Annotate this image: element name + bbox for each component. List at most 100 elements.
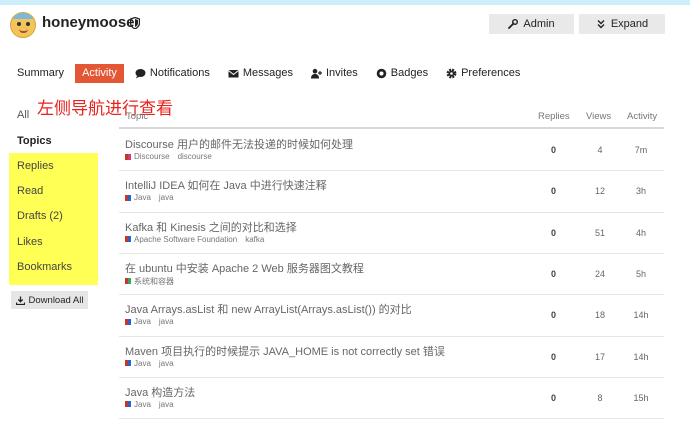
- activity-time[interactable]: 15h: [625, 393, 657, 403]
- tab-invites[interactable]: Invites: [304, 64, 365, 83]
- column-header-topic[interactable]: Topic: [126, 111, 148, 122]
- topic-meta: Java java: [125, 400, 174, 409]
- topic-meta: Java java: [125, 359, 174, 368]
- views-count: 8: [597, 392, 603, 403]
- tab-notifications[interactable]: Notifications: [128, 64, 217, 83]
- category-link[interactable]: Java: [134, 317, 151, 326]
- category-badge: [125, 278, 131, 285]
- activity-time[interactable]: 5h: [625, 269, 657, 279]
- views-count: 12: [594, 186, 605, 197]
- sidebar-item-all[interactable]: All: [17, 109, 29, 121]
- tab-preferences[interactable]: Preferences: [439, 64, 527, 83]
- table-row: Discourse 用户的邮件无法投递的时候如何处理 Discourse disco…: [119, 130, 664, 171]
- activity-time[interactable]: 3h: [625, 186, 657, 196]
- views-count: 4: [597, 145, 603, 155]
- activity-time[interactable]: 7m: [625, 145, 657, 155]
- table-row: Kafka 和 Kinesis 之间的对比和选择 Apache Software …: [119, 213, 664, 254]
- download-icon: [15, 296, 25, 305]
- category-link[interactable]: Java: [134, 193, 151, 202]
- expand-label: Expand: [610, 18, 649, 30]
- tab-label: Badges: [390, 67, 429, 79]
- replies-count: 0: [551, 392, 557, 403]
- tab-summary[interactable]: Summary: [10, 64, 71, 83]
- tab-badges[interactable]: Badges: [369, 64, 435, 83]
- shield-icon: [130, 17, 140, 29]
- category-badge: [125, 153, 131, 160]
- table-header-divider: [119, 127, 664, 129]
- category-link[interactable]: Java: [134, 400, 151, 409]
- topic-title-link[interactable]: 在 ubuntu 中安装 Apache 2 Web 服务器图文教程: [125, 260, 364, 276]
- topic-title-link[interactable]: Kafka 和 Kinesis 之间的对比和选择: [125, 219, 297, 235]
- envelope-icon: [228, 69, 239, 77]
- table-row: Java 构造方法 Java java 0 8 15h: [119, 378, 664, 419]
- expand-button[interactable]: Expand: [579, 14, 665, 34]
- tab-label: Preferences: [461, 67, 521, 79]
- views-count: 18: [594, 310, 605, 321]
- category-badge: [125, 236, 131, 243]
- topic-meta: Discourse discourse: [125, 152, 212, 161]
- sidebar-item-drafts[interactable]: Drafts (2): [17, 210, 63, 222]
- username: honeymoose: [42, 14, 135, 31]
- category-badge: [125, 401, 131, 408]
- tab-label: Summary: [17, 67, 65, 79]
- activity-time[interactable]: 14h: [625, 310, 657, 320]
- avatar[interactable]: [10, 12, 36, 38]
- category-badge: [125, 360, 131, 366]
- activity-time[interactable]: 4h: [625, 228, 657, 238]
- wrench-icon: [508, 19, 519, 29]
- category-link[interactable]: Apache Software Foundation: [134, 235, 237, 244]
- admin-button[interactable]: Admin: [489, 14, 574, 34]
- tab-label: Activity: [82, 67, 117, 79]
- replies-count: 0: [551, 145, 557, 155]
- profile-tabs: Summary Activity Notifications Messages …: [10, 63, 531, 83]
- activity-time[interactable]: 14h: [625, 352, 657, 362]
- replies-count: 0: [551, 268, 557, 279]
- row-divider: [119, 418, 664, 420]
- download-all-button[interactable]: Download All: [11, 291, 88, 309]
- certificate-icon: [376, 68, 387, 78]
- sidebar-item-likes[interactable]: Likes: [17, 236, 43, 248]
- topic-title-link[interactable]: Maven 项目执行的时候提示 JAVA_HOME is not correct…: [125, 343, 445, 359]
- category-link[interactable]: Discourse: [134, 152, 170, 161]
- comment-icon: [135, 68, 146, 78]
- topic-meta: Java java: [125, 193, 174, 202]
- topic-title-link[interactable]: Discourse 用户的邮件无法投递的时候如何处理: [125, 136, 353, 152]
- views-count: 17: [594, 351, 605, 362]
- gear-icon: [446, 68, 457, 78]
- category-badge: [125, 318, 131, 325]
- topic-title-link[interactable]: Java 构造方法: [125, 384, 195, 400]
- sidebar-item-replies[interactable]: Replies: [17, 160, 54, 172]
- topic-meta: Java java: [125, 317, 174, 326]
- column-header-replies[interactable]: Replies: [538, 111, 570, 122]
- tag-link[interactable]: java: [159, 317, 174, 326]
- category-badge: [125, 194, 131, 201]
- sidebar-item-topics[interactable]: Topics: [17, 135, 52, 147]
- table-row: Maven 项目执行的时候提示 JAVA_HOME is not correct…: [119, 337, 664, 378]
- tab-label: Messages: [242, 67, 293, 79]
- replies-count: 0: [551, 186, 557, 197]
- tab-messages[interactable]: Messages: [221, 64, 300, 83]
- category-link[interactable]: Java: [134, 359, 151, 368]
- tab-label: Notifications: [149, 67, 210, 79]
- table-row: IntelliJ IDEA 如何在 Java 中进行快速注释 Java java 0 1…: [119, 171, 664, 212]
- admin-label: Admin: [523, 18, 555, 30]
- category-link[interactable]: 系统和容器: [134, 276, 174, 287]
- column-header-views[interactable]: Views: [586, 111, 611, 122]
- column-header-activity[interactable]: Activity: [627, 111, 657, 122]
- top-banner: [0, 0, 690, 5]
- tag-link[interactable]: java: [159, 359, 174, 368]
- views-count: 24: [594, 268, 605, 279]
- tag-link[interactable]: java: [159, 400, 174, 409]
- tag-link[interactable]: java: [159, 193, 174, 202]
- tag-link[interactable]: discourse: [178, 152, 212, 161]
- table-row: Java Arrays.asList 和 new ArrayList(Array…: [119, 295, 664, 336]
- sidebar-item-read[interactable]: Read: [17, 185, 43, 197]
- topic-meta: Apache Software Foundation kafka: [125, 235, 264, 244]
- views-count: 51: [594, 227, 605, 238]
- tag-link[interactable]: kafka: [245, 235, 264, 244]
- expand-icon: [597, 20, 605, 29]
- tab-activity[interactable]: Activity: [75, 63, 124, 83]
- topic-title-link[interactable]: IntelliJ IDEA 如何在 Java 中进行快速注释: [125, 177, 327, 193]
- sidebar-item-bookmarks[interactable]: Bookmarks: [17, 261, 72, 273]
- topic-title-link[interactable]: Java Arrays.asList 和 new ArrayList(Array…: [125, 301, 412, 317]
